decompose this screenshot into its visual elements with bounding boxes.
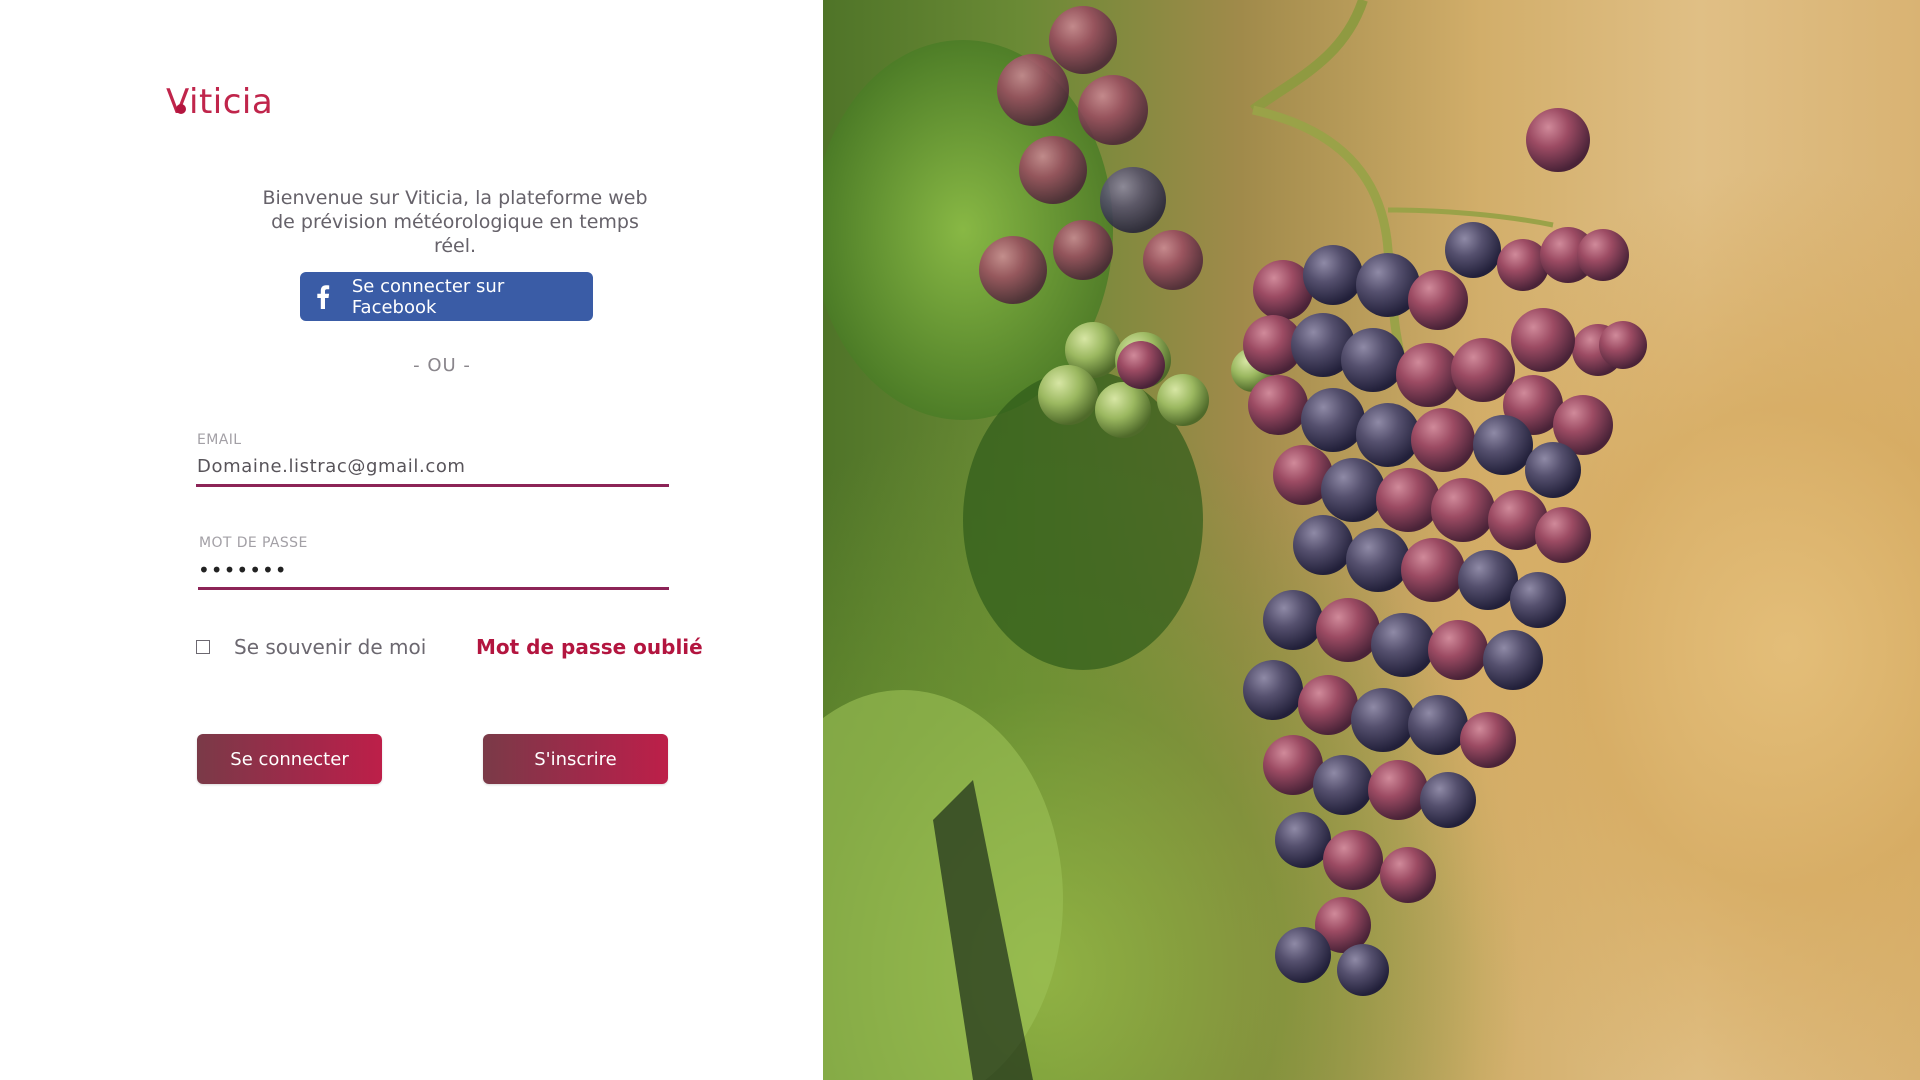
main-cluster — [1243, 222, 1624, 996]
logo-mark: Viticia — [166, 82, 273, 122]
or-separator: - OU - — [413, 355, 471, 376]
remember-me[interactable]: Se souvenir de moi — [196, 635, 426, 659]
email-label: EMAIL — [197, 432, 242, 448]
signup-button[interactable]: S'inscrire — [483, 734, 668, 784]
viticia-logo[interactable]: Viticia — [166, 82, 273, 122]
logo-text: Viticia — [166, 82, 274, 122]
forgot-password-link[interactable]: Mot de passe oublié — [476, 635, 703, 659]
grapes-illustration — [823, 0, 1647, 1080]
welcome-message: Bienvenue sur Viticia, la plateforme web… — [262, 187, 648, 257]
email-underline — [196, 484, 669, 487]
login-button[interactable]: Se connecter — [197, 734, 382, 784]
remember-me-checkbox[interactable] — [196, 640, 210, 654]
password-underline — [198, 587, 669, 590]
hero-image — [823, 0, 1920, 1080]
remember-me-label: Se souvenir de moi — [234, 635, 427, 659]
facebook-login-button[interactable]: Se connecter sur Facebook — [300, 272, 593, 321]
grape-icon — [176, 104, 186, 114]
password-field[interactable] — [198, 556, 668, 584]
facebook-button-label: Se connecter sur Facebook — [351, 275, 505, 318]
password-label: MOT DE PASSE — [199, 535, 308, 551]
login-panel: Viticia Bienvenue sur Viticia, la platef… — [0, 0, 823, 1080]
login-page: Viticia Bienvenue sur Viticia, la platef… — [0, 0, 1920, 1080]
facebook-icon — [312, 284, 334, 309]
email-field[interactable] — [197, 452, 667, 480]
